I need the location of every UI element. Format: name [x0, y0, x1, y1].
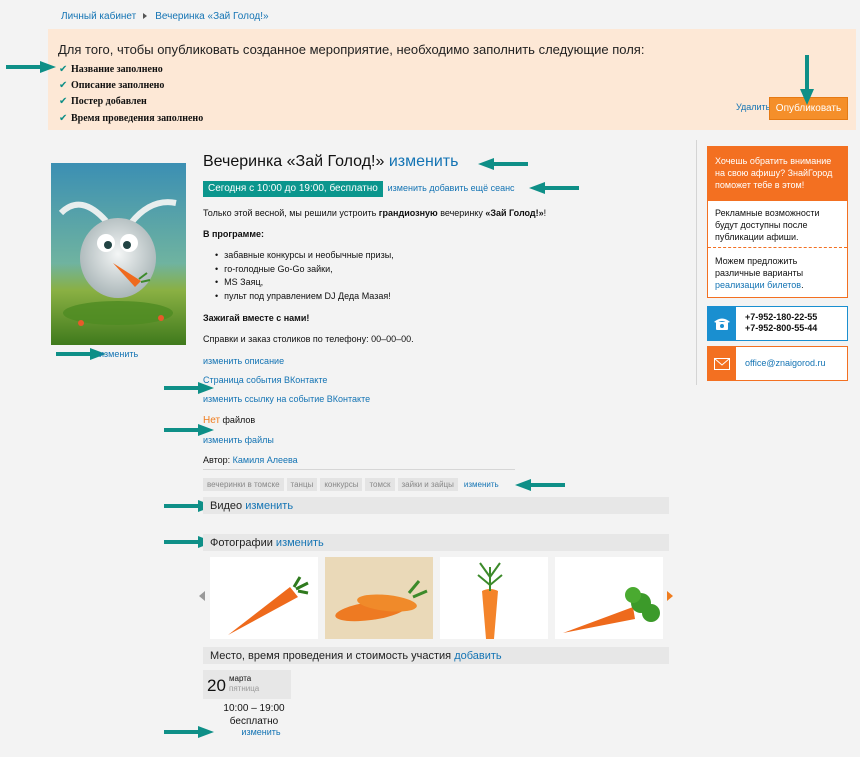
event-poster: [51, 163, 186, 345]
tag[interactable]: танцы: [286, 478, 318, 491]
tags-list: вечеринки в томске танцы конкурсы томск …: [203, 478, 499, 491]
check-icon: ✔: [59, 63, 68, 75]
date-day: 20: [207, 676, 226, 695]
event-title-text: Вечеринка «Зай Голод!»: [203, 153, 385, 170]
files-status: Нет файлов: [203, 414, 256, 426]
gallery-photo[interactable]: [440, 557, 548, 639]
place-section-header: Место, время проведения и стоимость учас…: [203, 647, 669, 664]
envelope-icon: [708, 347, 736, 380]
tags-edit-link[interactable]: изменить: [464, 480, 499, 489]
breadcrumb-separator-icon: [143, 13, 148, 20]
arrow-right-icon: [6, 61, 56, 73]
gallery-prev-icon[interactable]: [199, 591, 205, 601]
email-link[interactable]: office@znaigorod.ru: [745, 358, 826, 368]
poster-image: [51, 163, 186, 345]
schedule-info: 10:00 – 19:00 бесплатно: [203, 702, 291, 728]
divider: [203, 469, 515, 470]
gallery-next-icon[interactable]: [667, 591, 673, 601]
event-description: Только этой весной, мы решили устроить г…: [203, 207, 583, 475]
session-badge: Сегодня с 10:00 до 19:00, бесплатно: [203, 181, 383, 197]
session-bar: Сегодня с 10:00 до 19:00, бесплатно изме…: [203, 181, 515, 197]
video-edit-link[interactable]: изменить: [245, 500, 293, 512]
gallery-photo[interactable]: [210, 557, 318, 639]
check-icon: ✔: [59, 112, 68, 124]
list-item: MS Заяц,: [215, 276, 583, 289]
date-month: марта: [229, 674, 252, 683]
phone-1: +7-952-180-22-55: [745, 312, 818, 322]
edit-files-link[interactable]: изменить файлы: [203, 435, 274, 445]
tag[interactable]: томск: [365, 478, 395, 491]
arrow-left-icon: [478, 158, 528, 170]
phone-text: Справки и заказ столиков по телефону: 00…: [203, 333, 414, 344]
check-icon: ✔: [59, 79, 68, 91]
breadcrumb-cabinet-link[interactable]: Личный кабинет: [61, 11, 136, 22]
date-badge: 20 марта пятница: [203, 670, 291, 699]
requirement-item: ✔ Время проведения заполнено: [59, 112, 204, 124]
arrow-left-icon: [529, 182, 579, 194]
promo-box: Хочешь обратить внимание на свою афишу? …: [707, 146, 848, 298]
email-box: office@znaigorod.ru: [707, 346, 848, 381]
promo-headline: Хочешь обратить внимание на свою афишу? …: [708, 147, 847, 201]
video-section-header: Видео изменить: [203, 497, 669, 514]
add-session-link[interactable]: добавить ещё сеанс: [429, 183, 514, 193]
tag[interactable]: вечеринки в томске: [203, 478, 284, 491]
program-title: В программе:: [203, 229, 265, 239]
gallery-photo[interactable]: [325, 557, 433, 639]
call-to-action: Зажигай вместе с нами!: [203, 312, 310, 323]
date-weekday: пятница: [229, 684, 260, 693]
author-link[interactable]: Камиля Алеева: [233, 455, 298, 465]
photos-edit-link[interactable]: изменить: [276, 537, 324, 549]
tag[interactable]: конкурсы: [320, 478, 363, 491]
session-edit-link[interactable]: изменить: [388, 183, 427, 193]
list-item: забавные конкурсы и необычные призы,: [215, 249, 583, 262]
requirement-item: ✔ Описание заполнено: [59, 79, 165, 91]
schedule-edit-link[interactable]: изменить: [217, 727, 305, 737]
phone-numbers: +7-952-180-22-55 +7-952-800-55-44: [745, 312, 817, 334]
place-add-link[interactable]: добавить: [454, 650, 501, 662]
promo-tickets: Можем предложить различные варианты реал…: [715, 256, 804, 290]
time-range: 10:00 – 19:00: [223, 703, 285, 714]
notice-title: Для того, чтобы опубликовать созданное м…: [58, 42, 645, 57]
publish-requirements-panel: Для того, чтобы опубликовать созданное м…: [48, 29, 856, 130]
promo-text: Рекламные возможности будут доступны пос…: [708, 201, 847, 248]
author-line: Автор: Камиля Алеева: [203, 454, 298, 465]
requirement-item: ✔ Название заполнено: [59, 63, 163, 75]
edit-vk-link[interactable]: изменить ссылку на событие ВКонтакте: [203, 394, 370, 404]
tag[interactable]: зайки и зайцы: [397, 478, 458, 491]
photo-gallery: [199, 557, 673, 639]
requirement-item: ✔ Постер добавлен: [59, 96, 147, 108]
sidebar-divider: [696, 140, 697, 385]
arrow-down-icon: [800, 55, 814, 105]
breadcrumb-event-link[interactable]: Вечеринка «Зай Голод!»: [155, 11, 268, 22]
list-item: пульт под управлением DJ Деда Мазая!: [215, 290, 583, 303]
phone-icon: [708, 307, 736, 340]
breadcrumb: Личный кабинет Вечеринка «Зай Голод!»: [61, 11, 269, 22]
phone-box: +7-952-180-22-55 +7-952-800-55-44: [707, 306, 848, 341]
requirements-list: ✔ Название заполнено ✔ Описание заполнено …: [59, 61, 203, 126]
arrow-left-icon: [515, 479, 565, 491]
title-edit-link[interactable]: изменить: [389, 153, 459, 170]
tickets-link[interactable]: реализации билетов: [715, 280, 801, 290]
event-title: Вечеринка «Зай Голод!» изменить: [203, 153, 458, 171]
poster-edit-link[interactable]: изменить: [99, 349, 138, 359]
intro-paragraph: Только этой весной, мы решили устроить г…: [203, 208, 547, 218]
list-item: го-голодные Go-Go зайки,: [215, 263, 583, 276]
phone-2: +7-952-800-55-44: [745, 323, 818, 333]
program-list: забавные конкурсы и необычные призы, го-…: [215, 249, 583, 303]
vk-page-link[interactable]: Страница события ВКонтакте: [203, 375, 327, 385]
delete-link[interactable]: Удалить: [736, 102, 770, 112]
gallery-photo[interactable]: [555, 557, 663, 639]
check-icon: ✔: [59, 96, 68, 108]
edit-description-link[interactable]: изменить описание: [203, 356, 284, 366]
photos-section-header: Фотографии изменить: [203, 534, 669, 551]
